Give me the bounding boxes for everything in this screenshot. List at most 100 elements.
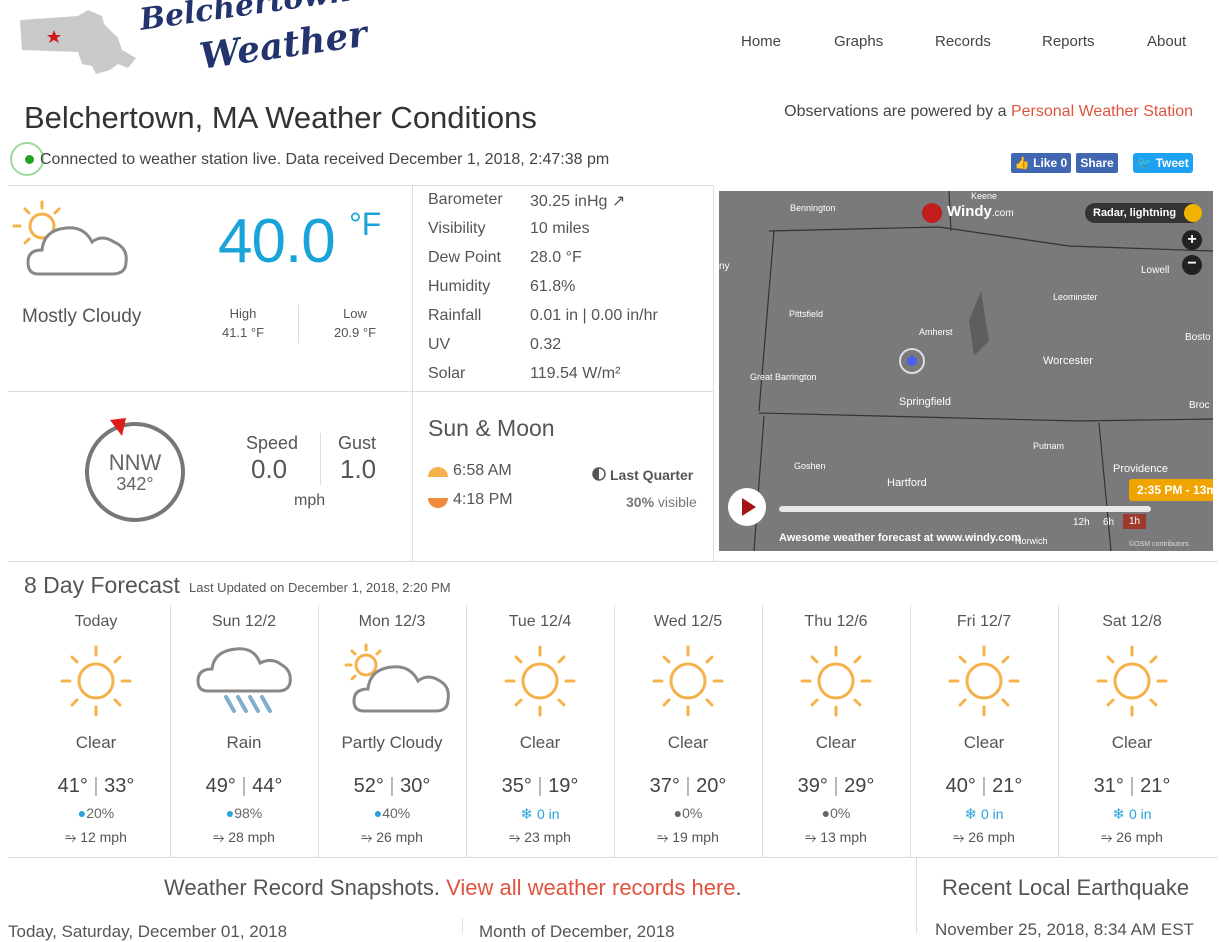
nav-records[interactable]: Records — [935, 33, 991, 50]
forecast-precip: ●0% — [821, 805, 851, 821]
site-logo[interactable]: Belchertown Weather — [137, 0, 369, 78]
sunset-icon — [428, 498, 448, 508]
sunrise-icon — [428, 467, 448, 477]
forecast-wind: ⥱ 19 mph — [657, 829, 719, 845]
nav-home[interactable]: Home — [741, 33, 781, 50]
map-label: Amherst — [919, 327, 953, 337]
play-icon — [742, 498, 756, 516]
range-1h[interactable]: 1h — [1123, 514, 1147, 529]
snowflake-icon: ❄ — [1112, 806, 1126, 823]
nav-reports[interactable]: Reports — [1042, 33, 1095, 50]
windy-radar-map[interactable]: Bennington Keene Lowell Leominster Pitts… — [719, 191, 1213, 551]
zoom-out-button[interactable]: − — [1182, 255, 1202, 275]
range-6h[interactable]: 6h — [1103, 517, 1114, 528]
windy-brand[interactable]: Windy.com — [947, 203, 1014, 220]
snowflake-icon: ❄ — [520, 806, 534, 823]
forecast-wind: ⥱ 13 mph — [805, 829, 867, 845]
timeline-time: 2:35 PM - 13m — [1129, 479, 1213, 501]
range-12h[interactable]: 12h — [1073, 517, 1090, 528]
timeline-slider[interactable] — [779, 506, 1151, 512]
wind-icon: ⥱ — [509, 829, 521, 845]
moon-phase-icon — [592, 467, 606, 481]
forecast-day: Tue 12/4 Clear 35° | 19° ❄ 0 in ⥱ 23 mph — [466, 605, 614, 855]
forecast-day: Today Clear 41° | 33° ●20% ⥱ 12 mph — [22, 605, 170, 855]
map-credit: ©OSM contributors — [1129, 541, 1189, 548]
current-condition: Mostly Cloudy — [22, 306, 142, 327]
forecast-day-name: Thu 12/6 — [804, 613, 868, 630]
windy-footer-link[interactable]: Awesome weather forecast at www.windy.co… — [779, 532, 1021, 544]
wind-direction-pointer-icon — [110, 418, 126, 436]
wind-icon: ⥱ — [361, 829, 373, 845]
nav-graphs[interactable]: Graphs — [834, 33, 883, 50]
high-label: High — [229, 306, 257, 321]
wind-icon: ⥱ — [805, 829, 817, 845]
station-dot-icon — [907, 356, 917, 366]
wind-icon: ⥱ — [65, 829, 77, 845]
forecast-temps: 37° | 20° — [649, 775, 727, 797]
sun-icon — [934, 641, 1034, 721]
forecast-wind: ⥱ 12 mph — [65, 829, 127, 845]
forecast-condition: Clear — [1111, 733, 1153, 752]
map-label: Broc — [1189, 400, 1210, 411]
forecast-updated: Last Updated on December 1, 2018, 2:20 P… — [189, 580, 451, 595]
map-label: Worcester — [1043, 355, 1093, 367]
forecast-temps: 49° | 44° — [205, 775, 283, 797]
page-title: Belchertown, MA Weather Conditions — [24, 100, 537, 135]
radar-layer-toggle[interactable]: Radar, lightning — [1085, 203, 1201, 223]
forecast-condition: Clear — [667, 733, 709, 752]
forecast-day-name: Today — [74, 613, 118, 630]
twitter-bird-icon: 🐦 — [1137, 156, 1153, 170]
forecast-temps: 31° | 21° — [1093, 775, 1171, 797]
map-label: Hartford — [887, 477, 927, 489]
play-button[interactable] — [728, 488, 766, 526]
map-label: Goshen — [794, 461, 826, 471]
low-value: 20.9 °F — [333, 325, 377, 340]
forecast-precip: ●0% — [673, 805, 703, 821]
lightning-icon — [1184, 204, 1202, 222]
facebook-share-button[interactable]: Share — [1076, 153, 1118, 173]
records-month: Month of December, 2018 — [479, 922, 675, 941]
forecast-temps: 39° | 29° — [797, 775, 875, 797]
wind-degrees: 342° — [116, 474, 154, 494]
forecast-wind: ⥱ 26 mph — [361, 829, 423, 845]
map-label: Providence — [1113, 463, 1169, 475]
live-status-icon — [25, 155, 34, 164]
connection-status: Connected to weather station live. Data … — [40, 151, 610, 168]
view-records-link[interactable]: View all weather records here — [446, 875, 735, 900]
forecast-precip: ●98% — [225, 805, 263, 821]
forecast-condition: Clear — [815, 733, 857, 752]
sun-moon-title: Sun & Moon — [428, 415, 555, 441]
forecast-precip: ●20% — [77, 805, 115, 821]
pws-link[interactable]: Personal Weather Station — [1011, 103, 1193, 120]
forecast-day: Sat 12/8 Clear 31° | 21° ❄ 0 in ⥱ 26 mph — [1058, 605, 1206, 855]
forecast-day-name: Mon 12/3 — [358, 613, 426, 630]
forecast-precip: ❄ 0 in — [520, 806, 560, 823]
drop-icon: ● — [673, 805, 683, 821]
nav-about[interactable]: About — [1147, 33, 1186, 50]
mostly-cloudy-icon — [12, 200, 128, 276]
sun-icon — [786, 641, 886, 721]
forecast-temps: 40° | 21° — [945, 775, 1023, 797]
speed-label: Speed — [246, 433, 299, 453]
snowflake-icon: ❄ — [964, 806, 978, 823]
windy-logo-icon — [922, 203, 942, 223]
facebook-like-button[interactable]: 👍 Like 0 — [1011, 153, 1071, 173]
forecast-wind: ⥱ 23 mph — [509, 829, 571, 845]
forecast-day: Thu 12/6 Clear 39° | 29° ●0% ⥱ 13 mph — [762, 605, 910, 855]
forecast-precip: ●40% — [373, 805, 411, 821]
forecast-condition: Clear — [519, 733, 561, 752]
wind-icon: ⥱ — [657, 829, 669, 845]
sun-icon — [46, 641, 146, 721]
temperature-unit: °F — [349, 206, 382, 242]
tweet-button[interactable]: 🐦 Tweet — [1133, 153, 1193, 173]
forecast-title: 8 Day Forecast — [24, 572, 180, 598]
wind-icon: ⥱ — [1101, 829, 1113, 845]
rain-icon — [194, 641, 294, 721]
map-label: Leominster — [1053, 292, 1098, 302]
forecast-condition: Partly Cloudy — [341, 733, 443, 752]
records-heading: Weather Record Snapshots. View all weath… — [164, 875, 742, 900]
forecast-day: Sun 12/2 Rain 49° | 44° ●98% ⥱ 28 mph — [170, 605, 318, 855]
sun-icon — [490, 641, 590, 721]
forecast-precip: ❄ 0 in — [1112, 806, 1152, 823]
zoom-in-button[interactable]: + — [1182, 230, 1202, 250]
